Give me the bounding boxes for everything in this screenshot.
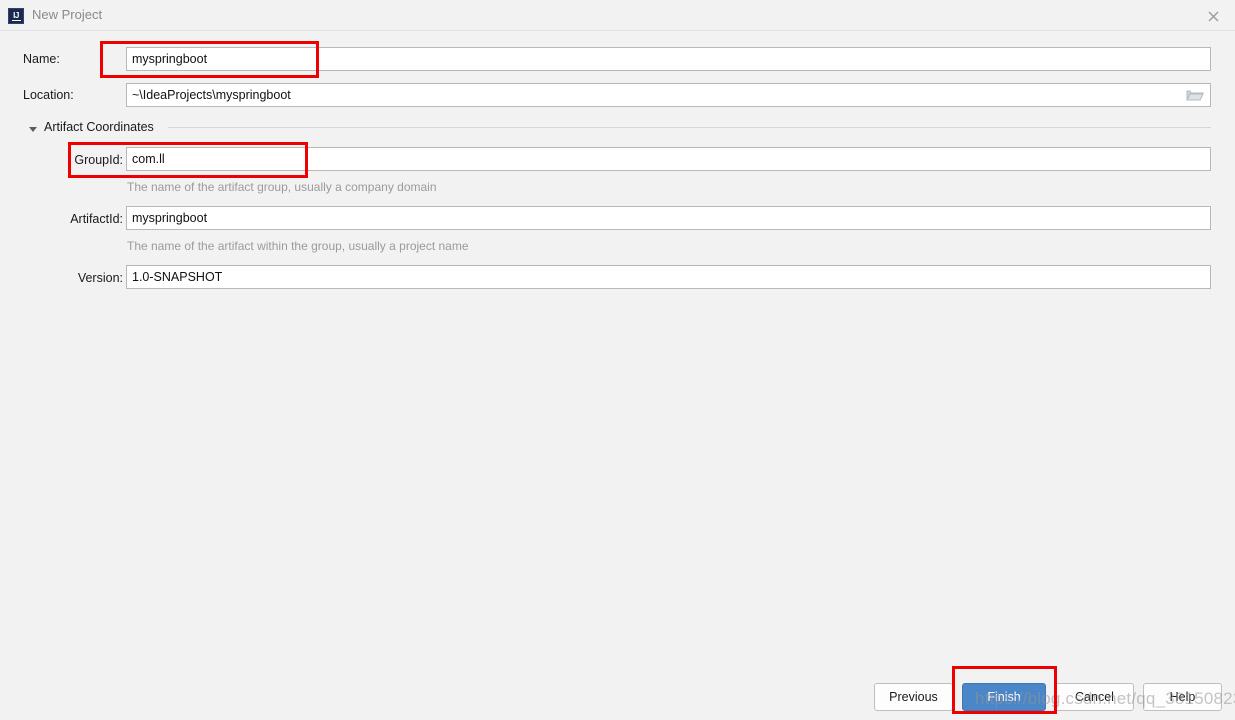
new-project-dialog: IJ New Project Name: Location: Artifact …: [0, 0, 1235, 720]
version-label: Version:: [77, 271, 123, 285]
groupid-input[interactable]: [126, 147, 1211, 171]
groupid-label: GroupId:: [74, 153, 123, 167]
artifactid-input[interactable]: [126, 206, 1211, 230]
artifact-coordinates-section-title: Artifact Coordinates: [44, 120, 154, 134]
groupid-hint: The name of the artifact group, usually …: [127, 180, 437, 194]
triangle-down-icon[interactable]: [27, 122, 39, 134]
previous-button[interactable]: Previous: [874, 683, 953, 711]
artifactid-hint: The name of the artifact within the grou…: [127, 239, 469, 253]
version-input[interactable]: [126, 265, 1211, 289]
location-label: Location:: [23, 88, 74, 102]
cancel-button[interactable]: Cancel: [1055, 683, 1134, 711]
artifactid-label: ArtifactId:: [70, 212, 123, 226]
section-separator: [168, 127, 1211, 128]
finish-button[interactable]: Finish: [962, 683, 1046, 711]
help-button[interactable]: Help: [1143, 683, 1222, 711]
name-label: Name:: [23, 52, 60, 66]
name-input[interactable]: [126, 47, 1211, 71]
close-icon[interactable]: [1201, 4, 1225, 28]
title-bar: IJ New Project: [0, 0, 1235, 31]
window-title: New Project: [32, 7, 103, 22]
folder-open-icon[interactable]: [1186, 88, 1204, 102]
intellij-idea-icon: IJ: [8, 8, 24, 24]
location-input[interactable]: [126, 83, 1211, 107]
